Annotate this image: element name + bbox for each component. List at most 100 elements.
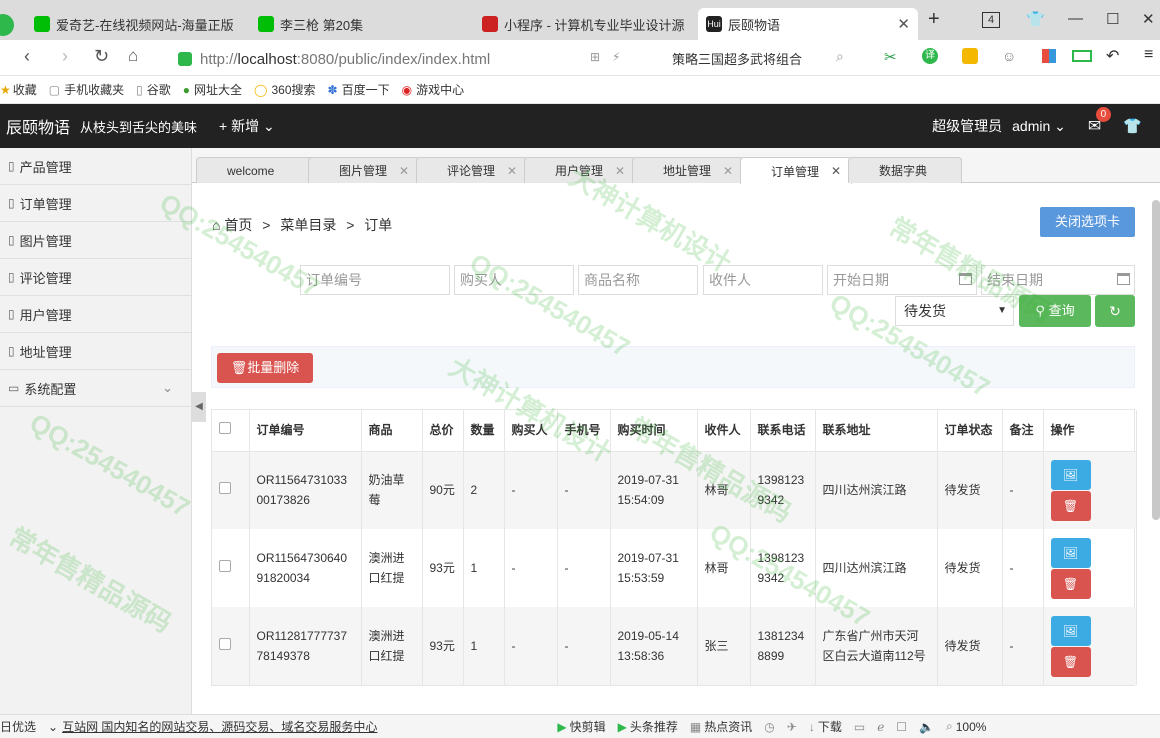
close-icon[interactable]: ✕ — [615, 164, 625, 178]
tab-comments[interactable]: 评论管理 ✕ — [416, 157, 528, 183]
tab-count-badge[interactable]: 4 — [982, 12, 1000, 28]
sidebar-item-addresses[interactable]: ▯ 地址管理 — [0, 333, 191, 370]
sidebar-item-orders[interactable]: ▯ 订单管理 — [0, 185, 191, 222]
bookmark-favorites[interactable]: 收藏 — [13, 81, 37, 98]
sidebar-item-images[interactable]: ▯ 图片管理 — [0, 222, 191, 259]
status-hot-news[interactable]: 热点资讯 — [704, 718, 752, 735]
sidebar-item-products[interactable]: ▯ 产品管理 — [0, 148, 191, 185]
image-button[interactable]: 🖼 — [1050, 615, 1091, 646]
delete-button[interactable]: 🗑 — [1050, 490, 1091, 521]
bookmark-mobile[interactable]: 手机收藏夹 — [64, 81, 124, 98]
image-button[interactable]: 🖼 — [1050, 537, 1091, 568]
close-icon[interactable]: ✕ — [399, 164, 409, 178]
new-menu-button[interactable]: + 新增 ⌄ — [219, 116, 275, 136]
status-ad-link[interactable]: 互站网 国内知名的网站交易、源码交易、域名交易服务中心 — [62, 718, 377, 735]
ie-icon[interactable]: ℯ — [877, 720, 884, 734]
tab-users[interactable]: 用户管理 ✕ — [524, 157, 636, 183]
status-download[interactable]: 下载 — [818, 718, 842, 735]
bookmark-360[interactable]: 360搜索 — [271, 81, 315, 98]
reload-icon[interactable]: ↻ — [94, 46, 109, 67]
minimize-icon[interactable]: — — [1068, 10, 1083, 27]
history-icon[interactable]: ◷ — [764, 720, 774, 734]
product-input[interactable]: 商品名称 — [578, 265, 698, 295]
layout-icon[interactable]: ▭ — [854, 720, 865, 734]
status-select[interactable]: 待发货 ▼ — [895, 296, 1014, 326]
shield-icon[interactable] — [962, 48, 978, 64]
tab-welcome[interactable]: welcome — [196, 157, 316, 183]
user-name: admin — [1012, 117, 1051, 134]
translate-icon[interactable]: 译 — [922, 48, 938, 64]
maximize-icon[interactable]: ☐ — [1106, 10, 1119, 28]
status-zoom[interactable]: 100% — [956, 720, 987, 734]
undo-icon[interactable]: ↶ — [1106, 46, 1119, 66]
close-icon[interactable]: ✕ — [507, 164, 517, 178]
delete-button[interactable]: 🗑 — [1050, 568, 1091, 599]
calendar-icon[interactable] — [1117, 273, 1130, 285]
window-icon[interactable]: ☐ — [896, 720, 907, 734]
tab-addresses[interactable]: 地址管理 ✕ — [632, 157, 744, 183]
qr-icon[interactable]: ⊞ — [590, 50, 600, 64]
sidebar-item-users[interactable]: ▯ 用户管理 — [0, 296, 191, 333]
browser-tab-1[interactable]: 爱奇艺-在线视频网站-海量正版 — [26, 8, 246, 40]
close-icon[interactable]: ✕ — [723, 164, 733, 178]
scissors-icon[interactable]: ✂ — [884, 48, 897, 66]
home-icon[interactable]: ⌂ — [128, 46, 138, 66]
window-close-icon[interactable]: ✕ — [1142, 10, 1155, 28]
batch-delete-button[interactable]: 🗑批量删除 — [217, 353, 313, 383]
bookmark-baidu[interactable]: 百度一下 — [342, 81, 390, 98]
receiver-input[interactable]: 收件人 — [703, 265, 823, 295]
sidebar-item-settings[interactable]: ▭ 系统配置 ⌄ — [0, 370, 191, 407]
menu-icon[interactable]: ≡ — [1144, 46, 1153, 64]
apps-icon[interactable] — [1042, 49, 1056, 63]
forward-icon[interactable]: › — [62, 46, 68, 67]
battery-icon[interactable] — [1072, 50, 1092, 62]
tab-orders[interactable]: 订单管理 ✕ — [740, 157, 852, 184]
browser-tab-3[interactable]: 小程序 - 计算机专业毕业设计源 — [474, 8, 694, 40]
row-checkbox[interactable] — [219, 638, 231, 650]
page-scrollbar[interactable] — [1152, 200, 1160, 520]
row-checkbox[interactable] — [219, 560, 231, 572]
bookmark-google[interactable]: 谷歌 — [147, 81, 171, 98]
back-icon[interactable]: ‹ — [24, 46, 30, 67]
status-headlines[interactable]: 头条推荐 — [630, 718, 678, 735]
mail-icon[interactable]: ✉ 0 — [1088, 107, 1111, 136]
calendar-icon[interactable] — [959, 273, 972, 285]
user-menu[interactable]: admin ⌄ — [1012, 118, 1066, 135]
close-icon[interactable]: ✕ — [897, 15, 910, 33]
skin-icon[interactable]: 👕 — [1026, 10, 1045, 28]
chevron-down-icon[interactable]: ⌄ — [48, 720, 58, 734]
tab-dictionary[interactable]: 数据字典 — [848, 157, 962, 183]
volume-icon[interactable]: 🔈 — [919, 720, 934, 734]
new-tab-icon[interactable]: + — [928, 8, 940, 31]
lightning-icon[interactable]: ⚡ — [612, 50, 620, 64]
end-date-input[interactable]: 结束日期 — [981, 265, 1135, 295]
search-icon[interactable]: ⌕ — [836, 48, 844, 65]
delete-button[interactable]: 🗑 — [1050, 646, 1091, 677]
order-no-input[interactable]: 订单编号 — [300, 265, 450, 295]
bookmark-hao[interactable]: 网址大全 — [194, 81, 242, 98]
status-daily-pick[interactable]: 日优选 — [0, 718, 36, 735]
breadcrumb-menu[interactable]: 菜单目录 — [280, 217, 336, 233]
select-all-checkbox[interactable] — [219, 422, 231, 435]
start-date-input[interactable]: 开始日期 — [827, 265, 977, 295]
emoji-icon[interactable]: ☺ — [1002, 48, 1016, 64]
sidebar-collapse-handle[interactable]: ◀ — [192, 392, 206, 422]
browser-tab-2[interactable]: 李三枪 第20集 — [250, 8, 470, 40]
image-button[interactable]: 🖼 — [1050, 459, 1091, 490]
query-button[interactable]: ⚲ 查询 — [1019, 295, 1091, 327]
bookmark-games[interactable]: 游戏中心 — [416, 81, 464, 98]
app-logo[interactable]: 辰颐物语 — [6, 114, 70, 138]
close-icon[interactable]: ✕ — [831, 164, 841, 178]
sidebar-item-comments[interactable]: ▯ 评论管理 — [0, 259, 191, 296]
row-checkbox[interactable] — [219, 482, 231, 495]
tab-images[interactable]: 图片管理 ✕ — [308, 157, 420, 183]
close-tabs-button[interactable]: 关闭选项卡 — [1040, 207, 1135, 237]
buyer-input[interactable]: 购买人 — [454, 265, 574, 295]
status-quick-clip[interactable]: 快剪辑 — [570, 718, 606, 735]
shirt-icon[interactable]: 👕 — [1123, 117, 1142, 135]
browser-tab-active[interactable]: Hui 辰颐物语 ✕ — [698, 8, 918, 40]
refresh-button[interactable]: ↻ — [1095, 295, 1135, 327]
plane-icon[interactable]: ✈ — [787, 720, 797, 734]
search-hint[interactable]: 策略三国超多武将组合 — [672, 49, 802, 68]
breadcrumb-home[interactable]: 首页 — [224, 217, 252, 233]
